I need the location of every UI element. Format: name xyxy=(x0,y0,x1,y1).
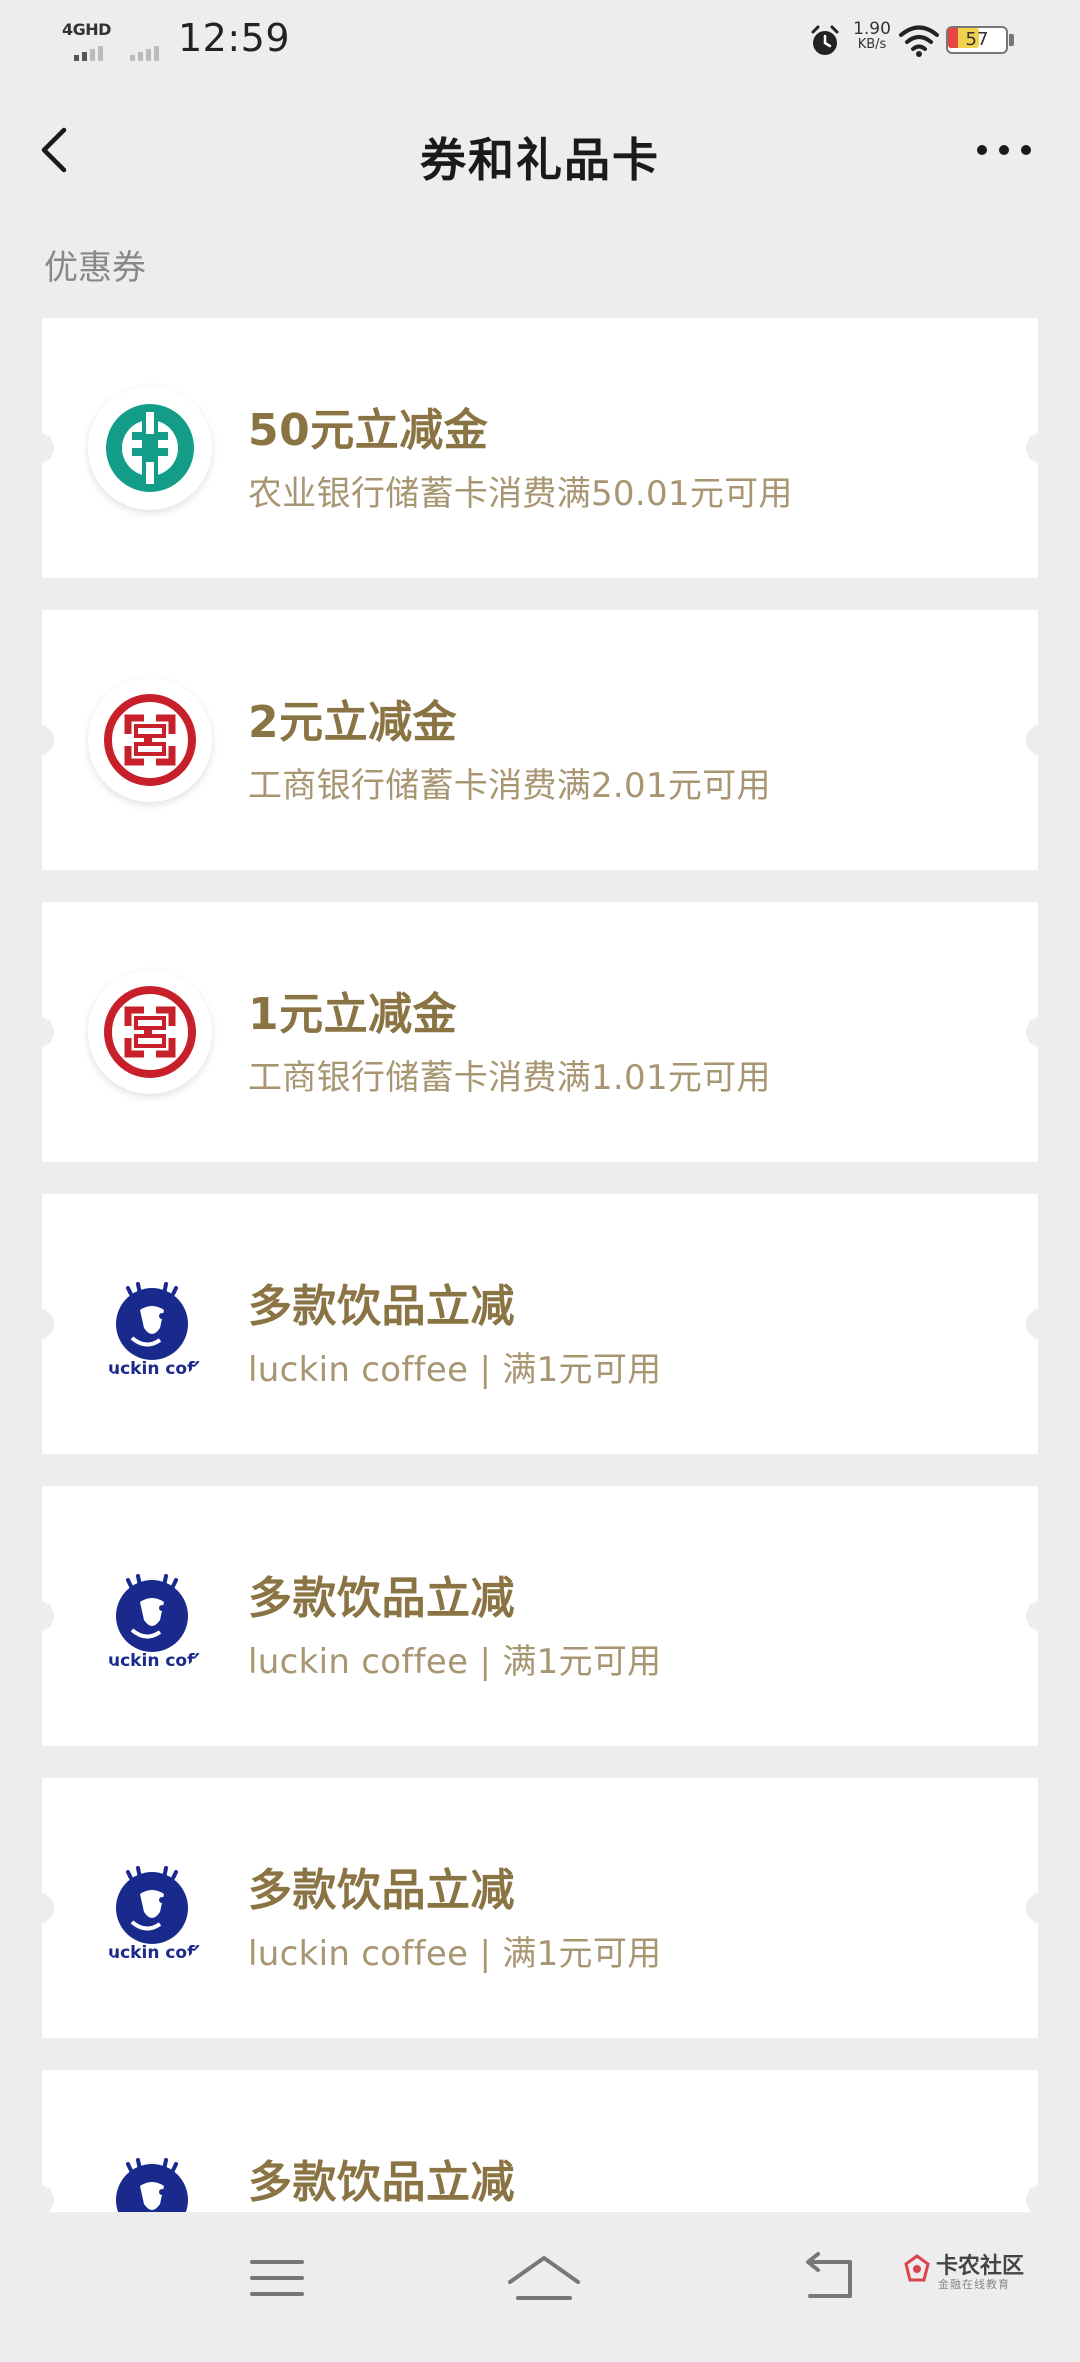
coupon-card[interactable]: 2元立减金 工商银行储蓄卡消费满2.01元可用 xyxy=(26,610,1054,870)
section-label-coupons: 优惠券 xyxy=(44,248,146,288)
svg-text:uckin coffe: uckin coffe xyxy=(108,1651,212,1671)
icbc-logo-icon xyxy=(88,678,212,802)
kanong-logo-icon xyxy=(904,2254,930,2282)
home-button[interactable] xyxy=(504,2248,584,2308)
coupon-title: 2元立减金 xyxy=(248,697,458,748)
coupon-title: 多款饮品立减 xyxy=(248,1281,515,1332)
coupon-list: 50元立减金 农业银行储蓄卡消费满50.01元可用 2元立减金 工商银行储蓄卡消… xyxy=(26,318,1054,2362)
coupon-description: luckin coffee | 满1元可用 xyxy=(248,1642,662,1682)
battery-level: 57 xyxy=(965,29,989,50)
coupon-title: 1元立减金 xyxy=(248,989,458,1040)
coupon-description: luckin coffee | 满1元可用 xyxy=(248,1934,662,1974)
coupon-title: 多款饮品立减 xyxy=(248,1573,515,1624)
coupon-description: 工商银行储蓄卡消费满2.01元可用 xyxy=(248,766,771,806)
more-dots-icon xyxy=(977,145,1031,155)
coupon-title: 多款饮品立减 xyxy=(248,1865,515,1916)
page-title: 券和礼品卡 xyxy=(420,133,660,187)
coupon-card[interactable]: uckin coffe 多款饮品立减 luckin coffee | 满1元可用 xyxy=(26,1194,1054,1454)
wifi-icon xyxy=(898,24,940,58)
abc-logo-icon xyxy=(88,386,212,510)
status-bar: 4GHD 12:59 1.90 KB/s 57 xyxy=(0,0,1080,82)
coupon-card[interactable]: uckin coffe 多款饮品立减 luckin coffee | 满1元可用 xyxy=(26,1778,1054,2038)
coupon-description: 农业银行储蓄卡消费满50.01元可用 xyxy=(248,474,793,514)
coupon-title: 50元立减金 xyxy=(248,405,489,456)
network-type-label: 4GHD xyxy=(62,20,111,39)
coupon-card[interactable]: uckin coffe 多款饮品立减 luckin coffee | 满1元可用 xyxy=(26,1486,1054,1746)
menu-icon xyxy=(250,2260,304,2296)
coupon-card[interactable]: 1元立减金 工商银行储蓄卡消费满1.01元可用 xyxy=(26,902,1054,1162)
cellular-signal-icon: 4GHD xyxy=(62,20,111,61)
battery-icon: 57 xyxy=(946,26,1016,56)
coupon-card[interactable]: 50元立减金 农业银行储蓄卡消费满50.01元可用 xyxy=(26,318,1054,578)
luckin-logo-icon: uckin coffe xyxy=(88,1262,212,1386)
svg-text:uckin coffe: uckin coffe xyxy=(108,1359,212,1379)
system-back-button[interactable] xyxy=(796,2248,866,2308)
menu-button[interactable] xyxy=(244,2248,314,2308)
return-arrow-icon xyxy=(806,2252,852,2298)
coupon-description: luckin coffee | 满1元可用 xyxy=(248,1350,662,1390)
watermark: 卡农社区 金融在线教育 xyxy=(900,2248,1060,2298)
more-options-button[interactable] xyxy=(970,118,1040,182)
system-nav-bar: 卡农社区 金融在线教育 xyxy=(0,2212,1080,2340)
svg-text:uckin coffe: uckin coffe xyxy=(108,1943,212,1963)
home-icon xyxy=(508,2256,580,2300)
nav-header: 券和礼品卡 xyxy=(0,100,1080,200)
coupon-description: 工商银行储蓄卡消费满1.01元可用 xyxy=(248,1058,771,1098)
alarm-icon xyxy=(808,24,842,58)
coupon-title: 多款饮品立减 xyxy=(248,2157,515,2208)
network-speed: 1.90 KB/s xyxy=(853,19,891,53)
sim2-signal-icon xyxy=(130,46,159,61)
icbc-logo-icon xyxy=(88,970,212,1094)
luckin-logo-icon: uckin coffe xyxy=(88,1846,212,1970)
luckin-logo-icon: uckin coffe xyxy=(88,1554,212,1678)
status-time: 12:59 xyxy=(178,16,291,60)
